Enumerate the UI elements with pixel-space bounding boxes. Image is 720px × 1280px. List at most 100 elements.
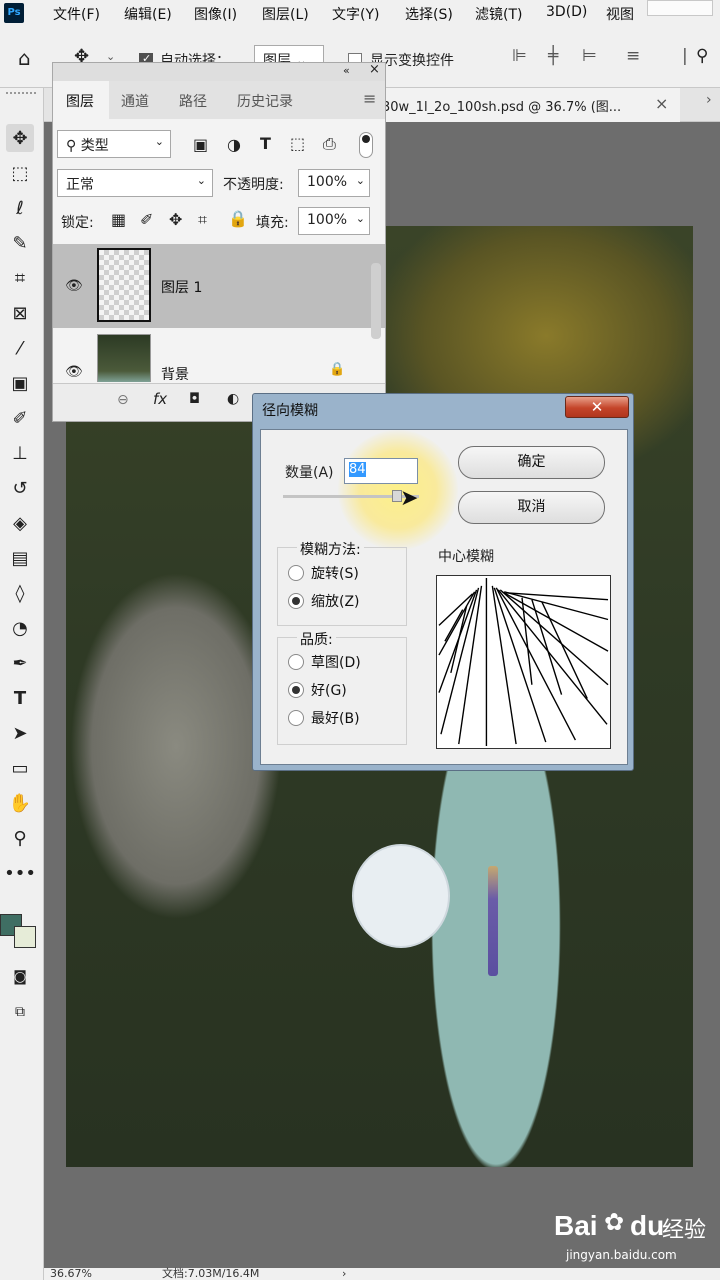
tab-channels[interactable]: 通道: [121, 81, 149, 119]
filter-type-icon[interactable]: T: [260, 134, 271, 153]
radio-zoom[interactable]: [288, 593, 304, 609]
menu-file[interactable]: 文件(F): [53, 4, 100, 24]
frame-tool-icon[interactable]: ⊠: [6, 299, 34, 327]
chevron-right-icon[interactable]: ›: [706, 92, 712, 108]
amount-input[interactable]: 84: [344, 458, 418, 484]
ok-button[interactable]: 确定: [458, 446, 605, 479]
history-brush-tool-icon[interactable]: ↺: [6, 474, 34, 502]
lock-position-icon[interactable]: ✥: [169, 210, 182, 229]
window-controls[interactable]: [647, 0, 713, 16]
menu-3d[interactable]: 3D(D): [546, 4, 587, 20]
menu-edit[interactable]: 编辑(E): [124, 4, 172, 24]
home-icon[interactable]: ⌂: [18, 46, 31, 70]
filter-shape-icon[interactable]: ⬚: [290, 134, 305, 153]
close-icon[interactable]: ×: [369, 62, 380, 77]
tab-channels-label: 通道: [121, 94, 149, 110]
filter-pixel-icon[interactable]: ▣: [193, 135, 208, 154]
tab-history[interactable]: 历史记录: [237, 81, 293, 119]
layer-filter-dropdown[interactable]: ⚲ 类型 ⌄: [57, 130, 171, 158]
menu-type[interactable]: 文字(Y): [332, 4, 379, 24]
status-bar: 36.67% 文档:7.03M/16.4M ›: [44, 1268, 720, 1280]
zoom-level[interactable]: 36.67%: [50, 1268, 92, 1280]
marquee-tool-icon[interactable]: ⬚: [6, 159, 34, 187]
layer-thumbnail: [97, 248, 151, 322]
align-right-icon[interactable]: ⊨: [582, 46, 597, 66]
blur-tool-icon[interactable]: ◊: [6, 579, 34, 607]
lock-transparent-icon[interactable]: ▦: [111, 210, 126, 229]
tab-layers[interactable]: 图层: [53, 81, 109, 119]
opacity-label: 不透明度:: [223, 177, 284, 193]
type-tool-icon[interactable]: T: [6, 684, 34, 712]
adjustment-layer-icon[interactable]: ◐: [227, 391, 239, 407]
radio-spin[interactable]: [288, 565, 304, 581]
clone-stamp-tool-icon[interactable]: ⊥: [6, 439, 34, 467]
document-tab-title: 30w_1l_2o_100sh.psd @ 36.7% (图...: [382, 100, 622, 115]
path-select-tool-icon[interactable]: ➤: [6, 719, 34, 747]
panel-header[interactable]: « ×: [53, 62, 385, 81]
lasso-tool-icon[interactable]: ℓ: [6, 194, 34, 222]
brush-tool-icon[interactable]: ✐: [6, 404, 34, 432]
menu-view[interactable]: 视图: [606, 4, 634, 24]
watermark-url: jingyan.baidu.com: [566, 1248, 677, 1262]
healing-brush-tool-icon[interactable]: ▣: [6, 369, 34, 397]
pen-tool-icon[interactable]: ✒: [6, 649, 34, 677]
opacity-input[interactable]: 100% ⌄: [298, 169, 370, 197]
screen-mode-icon[interactable]: ⧉: [6, 998, 34, 1026]
chevron-right-icon[interactable]: ›: [342, 1268, 346, 1280]
align-bar-icon[interactable]: |: [682, 46, 688, 66]
background-color-swatch[interactable]: [14, 926, 36, 948]
photoshop-logo[interactable]: Ps: [4, 3, 24, 23]
close-tab-icon[interactable]: ×: [655, 94, 668, 113]
quick-select-tool-icon[interactable]: ✎: [6, 229, 34, 257]
toolbar-grip[interactable]: [6, 92, 36, 98]
menu-filter[interactable]: 滤镜(T): [475, 4, 522, 24]
zoom-tool-icon[interactable]: ⚲: [6, 824, 34, 852]
more-tools-icon[interactable]: •••: [4, 859, 36, 887]
document-tab[interactable]: 30w_1l_2o_100sh.psd @ 36.7% (图...: [337, 88, 680, 122]
move-tool-icon[interactable]: ✥: [6, 124, 34, 152]
tab-paths[interactable]: 路径: [179, 81, 207, 119]
add-mask-icon[interactable]: ◘: [189, 391, 200, 407]
align-top-icon[interactable]: ≡: [626, 46, 640, 66]
dodge-tool-icon[interactable]: ◔: [6, 614, 34, 642]
search-icon[interactable]: ⚲: [696, 46, 708, 66]
blend-mode-dropdown[interactable]: 正常 ⌄: [57, 169, 213, 197]
radio-good[interactable]: [288, 682, 304, 698]
rectangle-tool-icon[interactable]: ▭: [6, 754, 34, 782]
visibility-eye-icon[interactable]: 👁: [65, 278, 83, 294]
collapse-icon[interactable]: «: [343, 64, 350, 77]
gradient-tool-icon[interactable]: ▤: [6, 544, 34, 572]
menu-image[interactable]: 图像(I): [194, 4, 237, 24]
lock-artboard-icon[interactable]: ⌗: [198, 210, 207, 230]
amount-value: 84: [349, 462, 366, 477]
menu-select[interactable]: 选择(S): [405, 4, 453, 24]
layers-panel: « × 图层 通道 路径 历史记录 ≡ ⚲ 类型 ⌄ ▣ ◑ T ⬚ ⎙ 正常 ⌄…: [52, 62, 386, 422]
align-left-icon[interactable]: ⊫: [512, 46, 527, 66]
filter-adjustment-icon[interactable]: ◑: [227, 135, 241, 154]
align-center-icon[interactable]: ╪: [548, 46, 558, 66]
cancel-button[interactable]: 取消: [458, 491, 605, 524]
close-icon[interactable]: ✕: [565, 396, 629, 418]
quick-mask-icon[interactable]: ◙: [6, 963, 34, 991]
eyedropper-tool-icon[interactable]: ⁄: [6, 334, 34, 362]
radio-draft[interactable]: [288, 654, 304, 670]
panel-menu-icon[interactable]: ≡: [363, 89, 376, 108]
layers-scrollbar[interactable]: [371, 263, 381, 339]
menu-layer[interactable]: 图层(L): [262, 4, 309, 24]
layer-row-layer1[interactable]: 👁 图层 1: [53, 244, 385, 328]
eraser-tool-icon[interactable]: ◈: [6, 509, 34, 537]
blend-mode-value: 正常: [66, 177, 94, 193]
lock-image-icon[interactable]: ✐: [140, 210, 153, 229]
layer-row-background[interactable]: 👁 背景 🔒: [53, 328, 385, 382]
radio-best[interactable]: [288, 710, 304, 726]
link-layers-icon[interactable]: ⊖: [117, 392, 129, 408]
layer-style-icon[interactable]: fx: [153, 390, 167, 408]
crop-tool-icon[interactable]: ⌗: [6, 264, 34, 292]
lock-all-icon[interactable]: 🔒: [228, 209, 248, 228]
blur-center-preview[interactable]: [436, 575, 611, 749]
hand-tool-icon[interactable]: ✋: [6, 789, 34, 817]
filter-smart-object-icon[interactable]: ⎙: [323, 134, 336, 154]
fill-input[interactable]: 100% ⌄: [298, 207, 370, 235]
filter-toggle[interactable]: [359, 132, 373, 158]
visibility-eye-icon[interactable]: 👁: [65, 364, 83, 380]
